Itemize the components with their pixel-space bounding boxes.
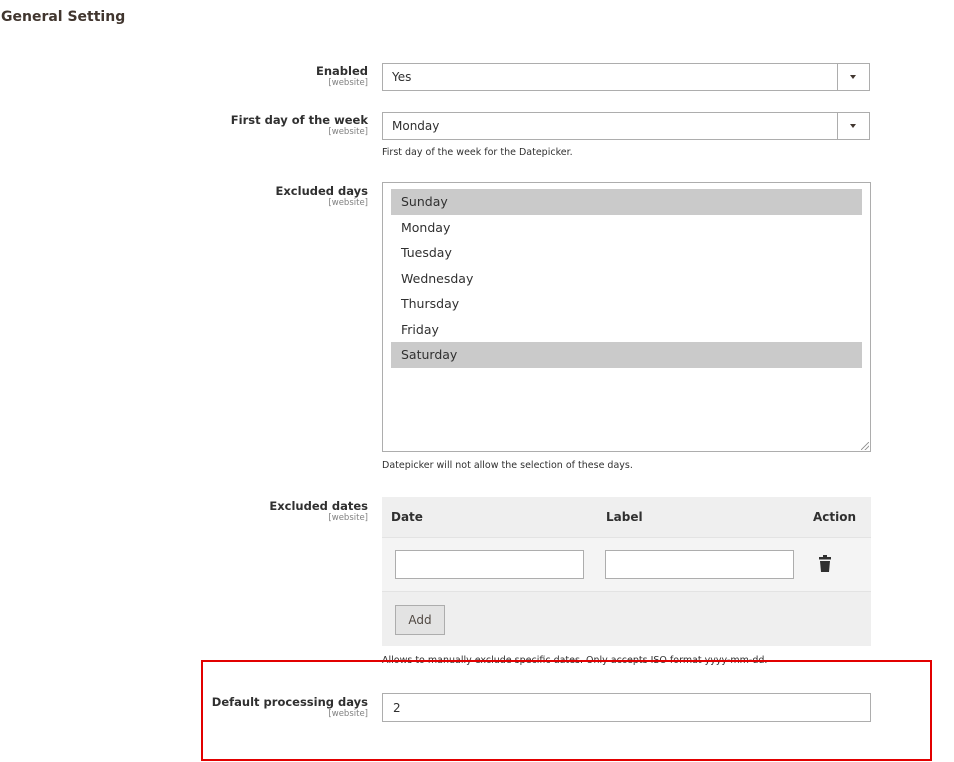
first-day-label-group: First day of the week [website]: [231, 113, 368, 138]
column-header-date: Date: [391, 510, 423, 524]
excluded-days-note: Datepicker will not allow the selection …: [382, 460, 633, 471]
option-friday[interactable]: Friday: [391, 317, 862, 343]
enabled-scope: [website]: [328, 78, 368, 88]
table-row: [382, 537, 871, 592]
option-tuesday[interactable]: Tuesday: [391, 240, 862, 266]
enabled-label: Enabled: [315, 64, 368, 78]
chevron-down-icon: [837, 64, 869, 90]
excluded-dates-grid: Date Label Action Add: [382, 497, 871, 646]
first-day-label: First day of the week: [230, 113, 368, 127]
enabled-label-group: Enabled [website]: [316, 64, 368, 89]
excluded-dates-label-group: Excluded dates [website]: [269, 499, 368, 524]
date-input[interactable]: [395, 550, 584, 579]
first-day-scope: [website]: [328, 127, 368, 137]
option-sunday[interactable]: Sunday: [391, 189, 862, 215]
option-monday[interactable]: Monday: [391, 215, 862, 241]
column-header-label: Label: [606, 510, 643, 524]
excluded-days-label-group: Excluded days [website]: [276, 184, 368, 209]
first-day-note: First day of the week for the Datepicker…: [382, 147, 573, 158]
enabled-value: Yes: [392, 70, 412, 84]
excluded-days-multiselect[interactable]: Sunday Monday Tuesday Wednesday Thursday…: [382, 182, 871, 452]
label-input[interactable]: [605, 550, 794, 579]
resize-handle-icon[interactable]: [861, 442, 869, 450]
trash-icon[interactable]: [819, 555, 831, 572]
excluded-days-label: Excluded days: [275, 184, 368, 198]
section-title[interactable]: General Setting: [1, 9, 125, 25]
add-button[interactable]: Add: [395, 605, 445, 635]
option-saturday[interactable]: Saturday: [391, 342, 862, 368]
column-header-action: Action: [813, 510, 857, 524]
excluded-dates-scope: [website]: [328, 513, 368, 523]
excluded-days-scope: [website]: [328, 198, 368, 208]
grid-header: Date Label Action: [382, 497, 871, 537]
first-day-select[interactable]: Monday: [382, 112, 870, 140]
excluded-dates-label: Excluded dates: [269, 499, 368, 513]
option-thursday[interactable]: Thursday: [391, 291, 862, 317]
option-wednesday[interactable]: Wednesday: [391, 266, 862, 292]
chevron-down-icon: [837, 113, 869, 139]
highlight-box: [201, 660, 932, 761]
enabled-select[interactable]: Yes: [382, 63, 870, 91]
first-day-value: Monday: [392, 119, 440, 133]
